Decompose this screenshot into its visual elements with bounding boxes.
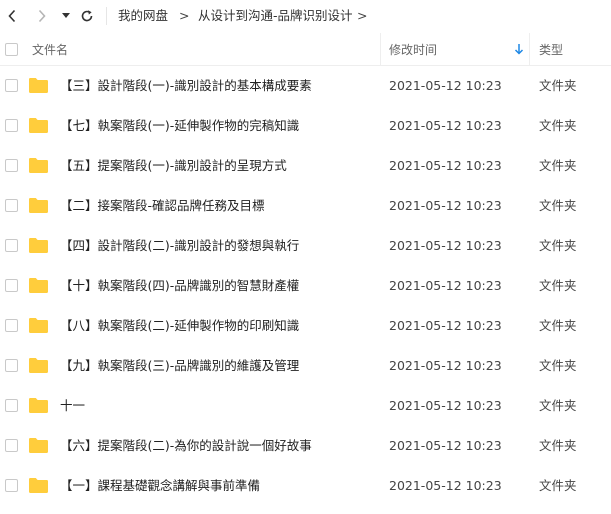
- file-modified-time: 2021-05-12 10:23: [389, 78, 502, 93]
- column-divider[interactable]: [380, 33, 381, 66]
- folder-icon: [29, 398, 48, 413]
- row-checkbox[interactable]: [5, 279, 18, 292]
- refresh-icon: [81, 10, 93, 22]
- chevron-left-icon: [8, 9, 16, 23]
- select-all-checkbox[interactable]: [5, 43, 18, 56]
- folder-icon: [29, 158, 48, 173]
- file-name[interactable]: 【四】設計階段(二)-識別設計的發想與執行: [60, 238, 299, 254]
- file-row[interactable]: 【三】設計階段(一)-識別設計的基本構成要素 2021-05-12 10:23 文件…: [0, 66, 611, 106]
- folder-icon: [29, 478, 48, 493]
- file-modified-time: 2021-05-12 10:23: [389, 118, 502, 133]
- file-type: 文件夹: [539, 78, 577, 93]
- toolbar: 我的网盘 > 从设计到沟通-品牌识别设计 >: [0, 0, 611, 32]
- history-dropdown-button[interactable]: [60, 6, 72, 26]
- folder-icon: [29, 358, 48, 373]
- column-modified-header[interactable]: 修改时间: [389, 42, 437, 58]
- file-row[interactable]: 【八】執案階段(二)-延伸製作物的印刷知識 2021-05-12 10:23 文件夹: [0, 306, 611, 346]
- file-type: 文件夹: [539, 478, 577, 493]
- file-row[interactable]: 【七】執案階段(一)-延伸製作物的完稿知識 2021-05-12 10:23 文件夹: [0, 106, 611, 146]
- file-name[interactable]: 【六】提案階段(二)-為你的設計說一個好故事: [60, 438, 312, 454]
- breadcrumb-separator: >: [179, 8, 190, 23]
- row-checkbox[interactable]: [5, 319, 18, 332]
- file-name[interactable]: 十一: [60, 398, 85, 414]
- file-modified-time: 2021-05-12 10:23: [389, 398, 502, 413]
- file-modified-time: 2021-05-12 10:23: [389, 318, 502, 333]
- folder-icon: [29, 78, 48, 93]
- file-type: 文件夹: [539, 238, 577, 253]
- folder-icon: [29, 198, 48, 213]
- row-checkbox[interactable]: [5, 199, 18, 212]
- chevron-right-icon: [38, 9, 46, 23]
- file-modified-time: 2021-05-12 10:23: [389, 478, 502, 493]
- file-type: 文件夹: [539, 438, 577, 453]
- breadcrumb-separator: >: [357, 8, 368, 23]
- refresh-button[interactable]: [78, 6, 96, 26]
- row-checkbox[interactable]: [5, 79, 18, 92]
- toolbar-divider: [106, 7, 107, 25]
- file-list-header: 文件名 修改时间 类型: [0, 33, 611, 66]
- row-checkbox[interactable]: [5, 439, 18, 452]
- row-checkbox[interactable]: [5, 239, 18, 252]
- row-checkbox[interactable]: [5, 479, 18, 492]
- file-type: 文件夹: [539, 278, 577, 293]
- file-name[interactable]: 【二】接案階段-確認品牌任務及目標: [60, 198, 265, 214]
- file-name[interactable]: 【九】執案階段(三)-品牌識別的維護及管理: [60, 358, 299, 374]
- file-row[interactable]: 【一】課程基礎觀念講解與事前準備 2021-05-12 10:23 文件夹: [0, 466, 611, 506]
- column-divider[interactable]: [529, 33, 530, 66]
- file-row[interactable]: 【九】執案階段(三)-品牌識別的維護及管理 2021-05-12 10:23 文件夹: [0, 346, 611, 386]
- file-row[interactable]: 十一 2021-05-12 10:23 文件夹: [0, 386, 611, 426]
- file-type: 文件夹: [539, 398, 577, 413]
- file-name[interactable]: 【八】執案階段(二)-延伸製作物的印刷知識: [60, 318, 299, 334]
- caret-down-icon: [62, 13, 70, 18]
- file-row[interactable]: 【五】提案階段(一)-識別設計的呈現方式 2021-05-12 10:23 文件夹: [0, 146, 611, 186]
- row-checkbox[interactable]: [5, 359, 18, 372]
- file-name[interactable]: 【七】執案階段(一)-延伸製作物的完稿知識: [60, 118, 299, 134]
- file-modified-time: 2021-05-12 10:23: [389, 278, 502, 293]
- file-type: 文件夹: [539, 198, 577, 213]
- file-type: 文件夹: [539, 358, 577, 373]
- folder-icon: [29, 318, 48, 333]
- file-type: 文件夹: [539, 318, 577, 333]
- file-modified-time: 2021-05-12 10:23: [389, 438, 502, 453]
- row-checkbox[interactable]: [5, 399, 18, 412]
- column-name-header[interactable]: 文件名: [32, 42, 68, 58]
- breadcrumb-current[interactable]: 从设计到沟通-品牌识别设计: [198, 8, 353, 24]
- file-name[interactable]: 【五】提案階段(一)-識別設計的呈現方式: [60, 158, 287, 174]
- file-type: 文件夹: [539, 118, 577, 133]
- folder-icon: [29, 118, 48, 133]
- row-checkbox[interactable]: [5, 119, 18, 132]
- file-row[interactable]: 【四】設計階段(二)-識別設計的發想與執行 2021-05-12 10:23 文件夹: [0, 226, 611, 266]
- forward-button[interactable]: [34, 6, 50, 26]
- folder-icon: [29, 438, 48, 453]
- file-modified-time: 2021-05-12 10:23: [389, 158, 502, 173]
- file-modified-time: 2021-05-12 10:23: [389, 198, 502, 213]
- file-row[interactable]: 【二】接案階段-確認品牌任務及目標 2021-05-12 10:23 文件夹: [0, 186, 611, 226]
- breadcrumb-root[interactable]: 我的网盘: [118, 8, 168, 24]
- file-name[interactable]: 【一】課程基礎觀念講解與事前準備: [60, 478, 260, 494]
- file-type: 文件夹: [539, 158, 577, 173]
- file-name[interactable]: 【三】設計階段(一)-識別設計的基本構成要素: [60, 78, 312, 94]
- file-row[interactable]: 【六】提案階段(二)-為你的設計說一個好故事 2021-05-12 10:23 文件…: [0, 426, 611, 466]
- file-row[interactable]: 【十】執案階段(四)-品牌識別的智慧財產權 2021-05-12 10:23 文件夹: [0, 266, 611, 306]
- file-name[interactable]: 【十】執案階段(四)-品牌識別的智慧財產權: [60, 278, 299, 294]
- back-button[interactable]: [4, 6, 20, 26]
- folder-icon: [29, 278, 48, 293]
- column-type-header[interactable]: 类型: [539, 42, 563, 58]
- file-modified-time: 2021-05-12 10:23: [389, 358, 502, 373]
- arrow-down-icon[interactable]: [514, 43, 524, 55]
- file-modified-time: 2021-05-12 10:23: [389, 238, 502, 253]
- folder-icon: [29, 238, 48, 253]
- row-checkbox[interactable]: [5, 159, 18, 172]
